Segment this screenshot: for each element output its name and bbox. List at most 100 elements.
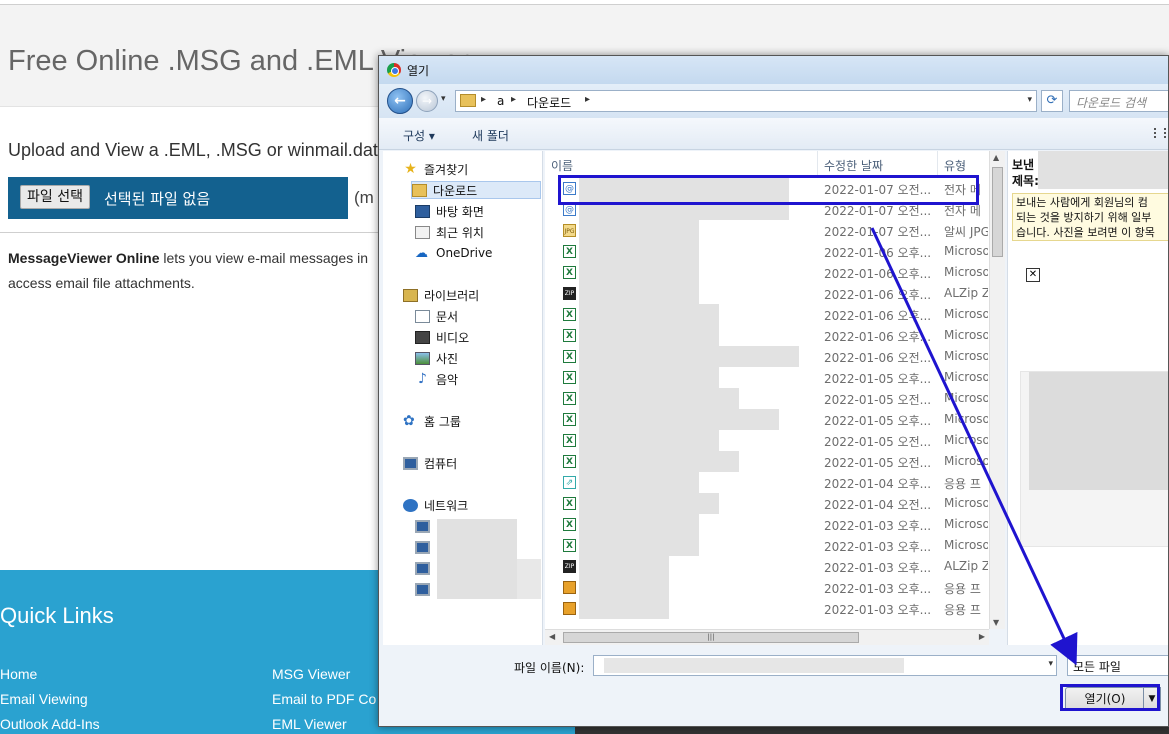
- nav-homegroup[interactable]: ✿ 홈 그룹: [403, 412, 461, 430]
- nav-network-pc[interactable]: [415, 517, 436, 535]
- history-dropdown-icon[interactable]: ▾: [441, 94, 446, 104]
- file-row[interactable]: X 2022-01-03 오후... Microso: [545, 535, 989, 556]
- file-row[interactable]: ZIP 2022-01-03 오후... ALZip Z: [545, 556, 989, 577]
- breadcrumb-item[interactable]: a: [497, 94, 504, 108]
- address-dropdown-icon[interactable]: ▾: [1027, 95, 1032, 105]
- file-row[interactable]: 2022-01-03 오후... 응용 프: [545, 577, 989, 598]
- url-file-icon: ⇗: [563, 476, 576, 489]
- address-row: ← → ▾ ▸ a ▸ 다운로드 ▸ ▾ ⟳ 다운로드 검색: [379, 84, 1168, 118]
- scroll-right-icon[interactable]: ▶: [979, 632, 985, 641]
- footer-link[interactable]: EML Viewer: [272, 712, 376, 734]
- file-type: Microso: [944, 307, 988, 321]
- filename-input[interactable]: ▾: [593, 655, 1057, 676]
- file-row[interactable]: X 2022-01-06 오전... Microso: [545, 346, 989, 367]
- redacted-filename: [579, 367, 719, 388]
- file-row[interactable]: X 2022-01-06 오후... Microso: [545, 241, 989, 262]
- footer-link[interactable]: Email to PDF Co: [272, 687, 376, 712]
- xls-file-icon: X: [563, 329, 576, 342]
- search-input[interactable]: 다운로드 검색: [1069, 90, 1168, 112]
- nav-documents[interactable]: 문서: [415, 307, 458, 325]
- redacted-filename: [579, 493, 719, 514]
- nav-network-pc[interactable]: [415, 559, 436, 577]
- footer-links-right: MSG Viewer Email to PDF Co EML Viewer: [272, 662, 376, 734]
- nav-recent[interactable]: 최근 위치: [415, 223, 484, 241]
- file-date: 2022-01-03 오후...: [824, 561, 932, 575]
- dialog-titlebar[interactable]: 열기: [379, 56, 1168, 84]
- column-header-type[interactable]: 유형: [938, 151, 989, 175]
- open-button[interactable]: 열기(O): [1065, 687, 1145, 711]
- redacted-filename: [579, 514, 699, 535]
- nav-downloads[interactable]: 다운로드: [411, 181, 541, 199]
- nav-videos[interactable]: 비디오: [415, 328, 469, 346]
- file-row[interactable]: X 2022-01-06 오후... Microso: [545, 262, 989, 283]
- preview-content-card: [1020, 371, 1168, 547]
- nav-network-pc[interactable]: [415, 580, 436, 598]
- file-type: ALZip Z: [944, 286, 988, 300]
- nav-favorites[interactable]: ★ 즐겨찾기: [403, 160, 468, 178]
- file-type: Microso: [944, 454, 988, 468]
- xls-file-icon: X: [563, 245, 576, 258]
- file-row[interactable]: @2022-01-07 오전... 전자 메: [545, 199, 989, 220]
- footer-link[interactable]: MSG Viewer: [272, 662, 376, 687]
- open-options-dropdown-icon[interactable]: ▼: [1143, 687, 1161, 711]
- file-date: 2022-01-07 오전...: [824, 204, 932, 218]
- file-row[interactable]: ⇗ 2022-01-04 오후... 응용 프: [545, 472, 989, 493]
- nav-libraries[interactable]: 라이브러리: [403, 286, 479, 304]
- file-row[interactable]: ZIP 2022-01-06 오후... ALZip Z: [545, 283, 989, 304]
- nav-network-pc[interactable]: [415, 538, 436, 556]
- organize-button[interactable]: 구성 ▾: [403, 127, 435, 144]
- view-options-icon[interactable]: [1154, 128, 1166, 138]
- column-header-name[interactable]: 이름: [545, 151, 818, 175]
- nav-music[interactable]: ♪ 음악: [415, 370, 458, 388]
- file-row[interactable]: JPG 2022-01-07 오전... 알씨 JPG: [545, 220, 989, 241]
- nav-computer[interactable]: 컴퓨터: [403, 454, 457, 472]
- file-row[interactable]: 2022-01-03 오후... 응용 프: [545, 598, 989, 619]
- footer-link[interactable]: Email Viewing: [0, 687, 100, 712]
- pane-divider[interactable]: [542, 151, 543, 645]
- filename-dropdown-icon[interactable]: ▾: [1048, 659, 1053, 669]
- footer-link[interactable]: Outlook Add-Ins: [0, 712, 100, 734]
- scroll-left-icon[interactable]: ◀: [549, 632, 555, 641]
- file-row[interactable]: X 2022-01-05 오후... Microso: [545, 367, 989, 388]
- choose-file-button[interactable]: 파일 선택: [20, 185, 90, 209]
- filetype-select[interactable]: 모든 파일: [1067, 655, 1168, 676]
- breadcrumb-arrow-icon[interactable]: ▸: [585, 94, 590, 105]
- breadcrumb-arrow-icon[interactable]: ▸: [481, 94, 486, 105]
- nav-pictures[interactable]: 사진: [415, 349, 458, 367]
- nav-onedrive[interactable]: ☁ OneDrive: [415, 244, 492, 262]
- file-date: 2022-01-03 오후...: [824, 603, 932, 617]
- nav-network[interactable]: 네트워크: [403, 496, 468, 514]
- chrome-icon: [387, 63, 401, 77]
- nav-desktop[interactable]: 바탕 화면: [415, 202, 484, 220]
- vertical-scrollbar[interactable]: ▲ ▼: [989, 151, 1005, 629]
- scroll-down-icon[interactable]: ▼: [993, 618, 999, 627]
- file-date: 2022-01-06 오후...: [824, 246, 932, 260]
- file-row[interactable]: X 2022-01-05 오전... Microso: [545, 451, 989, 472]
- file-row[interactable]: X 2022-01-05 오후... Microso: [545, 409, 989, 430]
- horizontal-scrollbar[interactable]: ◀ ||| ▶: [545, 629, 989, 645]
- new-folder-button[interactable]: 새 폴더: [472, 127, 509, 144]
- redacted-filename: [579, 199, 789, 220]
- column-header-date[interactable]: 수정한 날짜: [818, 151, 938, 175]
- breadcrumb-arrow-icon[interactable]: ▸: [511, 94, 516, 105]
- file-row[interactable]: X 2022-01-06 오후... Microso: [545, 304, 989, 325]
- scroll-thumb[interactable]: [992, 167, 1003, 257]
- back-arrow-icon[interactable]: ←: [387, 88, 413, 114]
- file-row[interactable]: X 2022-01-05 오전... Microso: [545, 388, 989, 409]
- scroll-thumb[interactable]: |||: [563, 632, 859, 643]
- refresh-icon[interactable]: ⟳: [1041, 90, 1063, 112]
- file-row[interactable]: X 2022-01-04 오전... Microso: [545, 493, 989, 514]
- preview-pane: 보낸 사 제목: 보내는 사람에게 회원님의 컴 되는 것을 방지하기 위해 일…: [1007, 151, 1168, 645]
- file-row[interactable]: @2022-01-07 오전... 전자 메: [545, 178, 989, 199]
- page-subtitle: Upload and View a .EML, .MSG or winmail.…: [8, 140, 378, 160]
- file-row[interactable]: X 2022-01-06 오후... Microso: [545, 325, 989, 346]
- scroll-up-icon[interactable]: ▲: [993, 153, 999, 162]
- forward-arrow-icon[interactable]: →: [416, 90, 438, 112]
- breadcrumb-item[interactable]: 다운로드: [527, 94, 571, 111]
- nav-label: 바탕 화면: [436, 204, 484, 219]
- footer-link[interactable]: Home: [0, 662, 100, 687]
- file-date: 2022-01-04 오전...: [824, 498, 932, 512]
- file-row[interactable]: X 2022-01-03 오후... Microso: [545, 514, 989, 535]
- file-row[interactable]: X 2022-01-05 오전... Microso: [545, 430, 989, 451]
- address-bar[interactable]: ▸ a ▸ 다운로드 ▸ ▾: [455, 90, 1037, 112]
